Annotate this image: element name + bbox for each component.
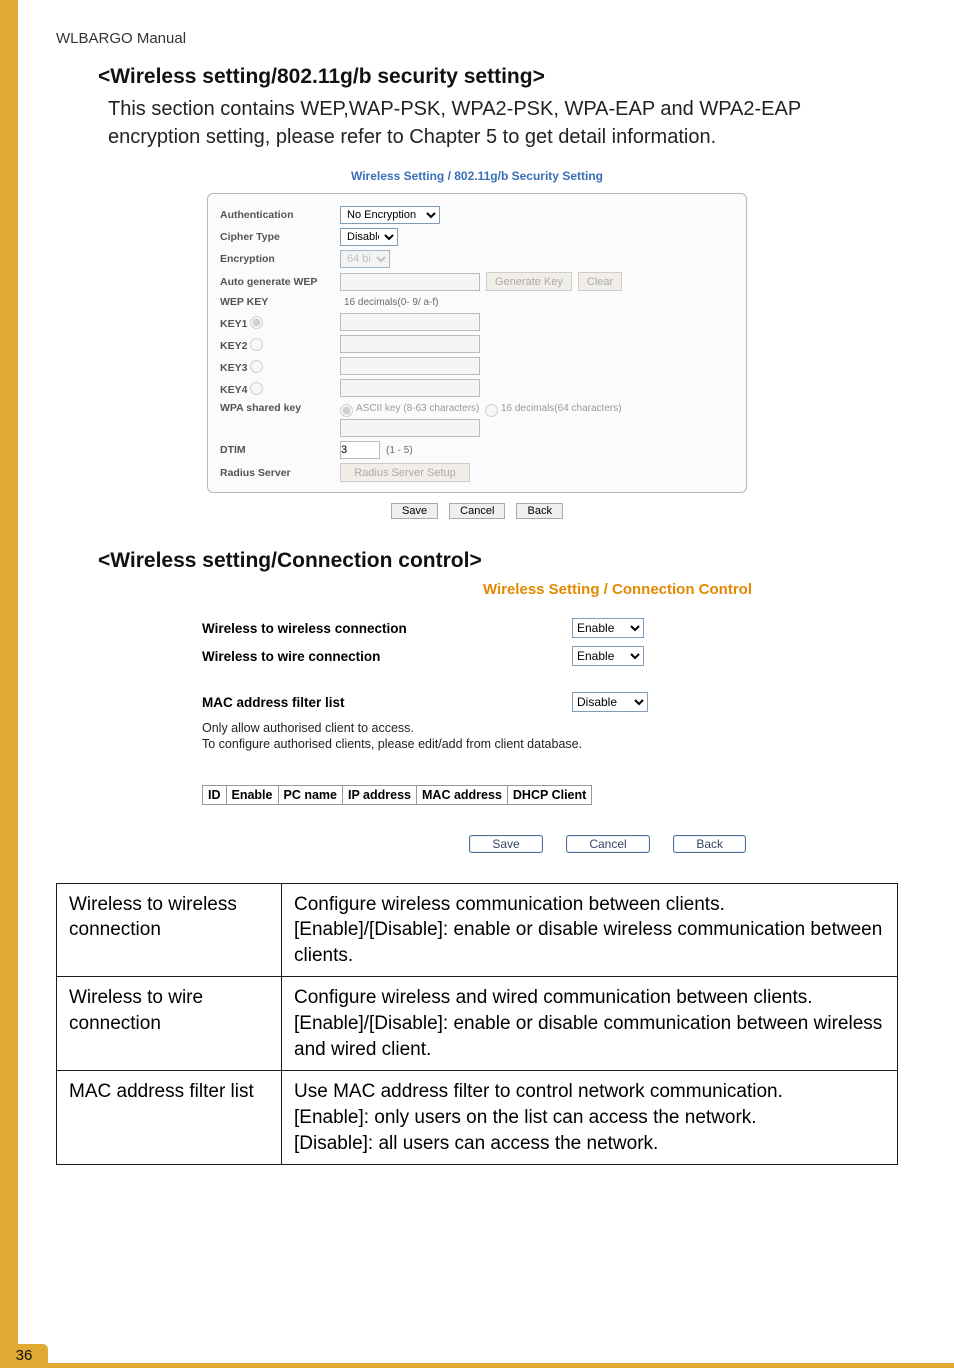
mac-filter-note: Only allow authorised client to access. … — [202, 720, 752, 753]
col-ip: IP address — [343, 785, 417, 804]
page-footer-bar — [48, 1363, 954, 1368]
security-settings-panel: Wireless Setting / 802.11g/b Security Se… — [207, 165, 747, 519]
wpa-ascii-label: ASCII key (8-63 characters) — [356, 403, 479, 414]
label-key2: KEY2 — [220, 336, 340, 352]
encryption-select[interactable]: 64 bit — [340, 250, 390, 268]
key2-input[interactable] — [340, 335, 480, 353]
dtim-note: (1 - 5) — [386, 445, 413, 456]
cc-cancel-button[interactable]: Cancel — [566, 835, 649, 853]
label-key3: KEY3 — [220, 358, 340, 374]
key3-input[interactable] — [340, 357, 480, 375]
section1-description: This section contains WEP,WAP-PSK, WPA2-… — [108, 95, 898, 151]
radius-setup-button[interactable]: Radius Server Setup — [340, 463, 470, 482]
key1-radio[interactable] — [250, 316, 263, 329]
label-wireless-to-wire: Wireless to wire connection — [202, 649, 572, 664]
label-wepkey: WEP KEY — [220, 296, 340, 308]
sec-save-button[interactable]: Save — [391, 503, 438, 519]
connection-control-panel: Wireless Setting / Connection Control Wi… — [202, 581, 752, 853]
key4-input[interactable] — [340, 379, 480, 397]
settings-description-table: Wireless to wireless connection Configur… — [56, 883, 898, 1166]
mac-filter-table: ID Enable PC name IP address MAC address… — [202, 785, 592, 805]
section2-title: <Wireless setting/Connection control> — [98, 549, 898, 573]
table-row: MAC address filter list Use MAC address … — [57, 1071, 898, 1165]
label-dtim: DTIM — [220, 444, 340, 456]
label-wireless-to-wireless: Wireless to wireless connection — [202, 621, 572, 636]
label-wpashared: WPA shared key — [220, 402, 340, 414]
sec-back-button[interactable]: Back — [516, 503, 562, 519]
table-row: Wireless to wireless connection Configur… — [57, 883, 898, 977]
desc-value-0: Configure wireless communication between… — [282, 883, 898, 977]
wpa-hex-radio[interactable] — [485, 404, 498, 417]
wireless-to-wireless-select[interactable]: Enable — [572, 618, 644, 638]
wpa-ascii-radio[interactable] — [340, 404, 353, 417]
cc-back-button[interactable]: Back — [673, 835, 746, 853]
security-panel-heading: Wireless Setting / 802.11g/b Security Se… — [207, 165, 747, 193]
wepkey-note: 16 decimals(0- 9/ a-f) — [344, 297, 438, 308]
col-dhcp: DHCP Client — [507, 785, 591, 804]
authentication-select[interactable]: No Encryption — [340, 206, 440, 224]
key1-input[interactable] — [340, 313, 480, 331]
col-pcname: PC name — [278, 785, 343, 804]
wpa-key-input[interactable] — [340, 419, 480, 437]
label-key4: KEY4 — [220, 380, 340, 396]
label-key1: KEY1 — [220, 314, 340, 330]
col-enable: Enable — [226, 785, 278, 804]
col-id: ID — [203, 785, 227, 804]
desc-name-2: MAC address filter list — [57, 1071, 282, 1165]
col-mac: MAC address — [417, 785, 508, 804]
page-number: 36 — [0, 1344, 48, 1368]
cc-save-button[interactable]: Save — [469, 835, 542, 853]
label-encryption: Encryption — [220, 253, 340, 265]
desc-value-2: Use MAC address filter to control networ… — [282, 1071, 898, 1165]
label-autogen: Auto generate WEP — [220, 276, 340, 288]
wireless-to-wire-select[interactable]: Enable — [572, 646, 644, 666]
key2-radio[interactable] — [250, 338, 263, 351]
desc-name-0: Wireless to wireless connection — [57, 883, 282, 977]
label-cipher: Cipher Type — [220, 231, 340, 243]
wpa-hex-label: 16 decimals(64 characters) — [501, 403, 622, 414]
label-radius: Radius Server — [220, 467, 340, 479]
key4-radio[interactable] — [250, 382, 263, 395]
section1-title: <Wireless setting/802.11g/b security set… — [98, 65, 898, 89]
connection-control-heading: Wireless Setting / Connection Control — [202, 581, 752, 598]
table-row: Wireless to wire connection Configure wi… — [57, 977, 898, 1071]
dtim-input[interactable] — [340, 441, 380, 459]
key3-radio[interactable] — [250, 360, 263, 373]
autogen-input[interactable] — [340, 273, 480, 291]
generate-key-button[interactable]: Generate Key — [486, 272, 572, 291]
label-mac-filter: MAC address filter list — [202, 695, 572, 710]
manual-title: WLBARGO Manual — [56, 30, 898, 47]
cipher-select[interactable]: Disable — [340, 228, 398, 246]
desc-value-1: Configure wireless and wired communicati… — [282, 977, 898, 1071]
label-authentication: Authentication — [220, 209, 340, 221]
clear-button[interactable]: Clear — [578, 272, 622, 291]
mac-filter-select[interactable]: Disable — [572, 692, 648, 712]
sec-cancel-button[interactable]: Cancel — [449, 503, 505, 519]
desc-name-1: Wireless to wire connection — [57, 977, 282, 1071]
